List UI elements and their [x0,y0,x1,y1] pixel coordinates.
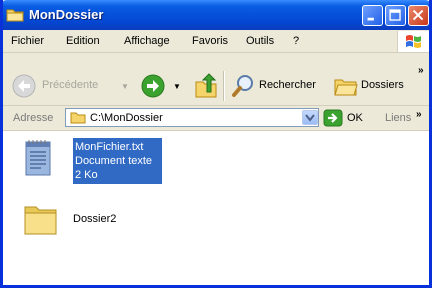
up-folder-icon[interactable] [193,72,219,100]
title-bar[interactable]: MonDossier [3,0,429,30]
folders-button-label[interactable]: Dossiers [361,79,404,91]
menu-affichage[interactable]: Affichage [124,35,170,47]
menu-bar: Fichier Edition Affichage Favoris Outils… [3,30,429,53]
maximize-icon [389,9,401,21]
maximize-button[interactable] [385,5,406,26]
folder-icon [24,206,57,235]
folder-icon [6,9,24,22]
links-label[interactable]: Liens [385,112,411,124]
menu-help[interactable]: ? [293,35,299,47]
toolbar-overflow-icon[interactable]: » [418,65,424,76]
explorer-window: MonDossier Fichier Edition Affichage Fav… [0,0,432,288]
notepad-icon [25,140,51,176]
file-type: Document texte [75,155,153,167]
file-list[interactable]: MonFichier.txt Document texte 2 Ko Dossi… [3,131,429,285]
file-size: 2 Ko [75,169,98,181]
folder-icon [70,112,86,124]
menu-outils[interactable]: Outils [246,35,274,47]
menu-edition[interactable]: Edition [66,35,100,47]
address-field[interactable]: C:\MonDossier [65,108,319,127]
menu-favoris[interactable]: Favoris [192,35,228,47]
go-button-label[interactable]: OK [347,112,363,124]
forward-arrow-icon[interactable] [140,73,166,99]
address-dropdown-button[interactable] [302,110,318,125]
close-button[interactable] [408,5,429,26]
address-bar: Adresse C:\MonDossier OK Liens » [3,106,429,131]
standard-toolbar: Précédente ▼ ▼ Rechercher Dossiers » [3,53,429,106]
minimize-icon [367,17,374,21]
menu-fichier[interactable]: Fichier [11,35,44,47]
windows-flag-icon [406,35,421,48]
chevron-down-icon [305,114,315,122]
file-name: MonFichier.txt [75,141,144,153]
window-title: MonDossier [29,7,104,22]
forward-dropdown-icon[interactable]: ▼ [173,82,181,91]
folder-name[interactable]: Dossier2 [73,213,116,225]
search-icon[interactable] [231,74,255,98]
folders-icon[interactable] [333,74,359,98]
search-button-label[interactable]: Rechercher [259,79,316,91]
back-button-label[interactable]: Précédente [42,79,98,91]
back-arrow-icon[interactable] [11,73,37,99]
links-overflow-icon[interactable]: » [416,109,422,120]
close-icon [412,9,424,21]
windows-logo [397,31,429,52]
toolbar-separator [223,71,225,101]
go-arrow-icon[interactable] [323,109,343,127]
minimize-button[interactable] [362,5,383,26]
file-label-selected[interactable]: MonFichier.txt Document texte 2 Ko [73,138,162,184]
back-dropdown-icon[interactable]: ▼ [121,82,129,91]
address-label: Adresse [13,112,54,124]
address-value[interactable]: C:\MonDossier [90,112,163,124]
